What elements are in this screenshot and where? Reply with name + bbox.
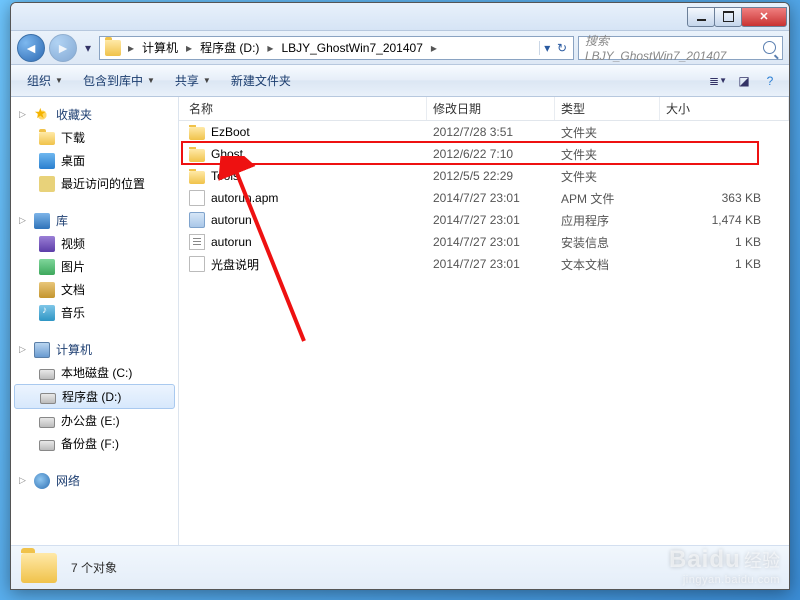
chevron-right-icon[interactable]: ▸ xyxy=(429,41,439,55)
file-row[interactable]: autorun 2014/7/27 23:01应用程序1,474 KB xyxy=(179,209,789,231)
help-button[interactable]: ? xyxy=(759,70,781,92)
sidebar-favorites-head[interactable]: ▷收藏夹 xyxy=(11,103,178,126)
column-type[interactable]: 类型 xyxy=(555,97,660,120)
folder-icon xyxy=(189,149,205,162)
file-icon xyxy=(189,190,205,206)
search-icon xyxy=(763,41,776,54)
sidebar-favorites-group: ▷收藏夹 下载 桌面 最近访问的位置 xyxy=(11,103,178,195)
video-icon xyxy=(39,236,55,252)
file-row[interactable]: 光盘说明 2014/7/27 23:01文本文档1 KB xyxy=(179,253,789,275)
sidebar-libraries-group: ▷库 视频 图片 文档 音乐 xyxy=(11,209,178,324)
sidebar-item-documents[interactable]: 文档 xyxy=(11,278,178,301)
column-date[interactable]: 修改日期 xyxy=(427,97,555,120)
sidebar-item-music[interactable]: 音乐 xyxy=(11,301,178,324)
history-dropdown[interactable]: ▾ xyxy=(81,39,95,57)
file-row[interactable]: Ghost 2012/6/22 7:10文件夹 xyxy=(179,143,789,165)
document-icon xyxy=(39,282,55,298)
file-rows: EzBoot 2012/7/28 3:51文件夹 Ghost 2012/6/22… xyxy=(179,121,789,545)
sidebar-network-group: ▷网络 xyxy=(11,469,178,492)
folder-icon xyxy=(105,40,121,56)
toolbar: 组织▼ 包含到库中▼ 共享▼ 新建文件夹 ≣ ▼ ◪ ? xyxy=(11,65,789,97)
sidebar-computer-head[interactable]: ▷计算机 xyxy=(11,338,178,361)
music-icon xyxy=(39,305,55,321)
chevron-right-icon[interactable]: ▸ xyxy=(265,41,275,55)
preview-pane-button[interactable]: ◪ xyxy=(733,70,755,92)
column-size[interactable]: 大小 xyxy=(660,97,789,120)
recent-icon xyxy=(39,176,55,192)
file-row[interactable]: EzBoot 2012/7/28 3:51文件夹 xyxy=(179,121,789,143)
address-refresh[interactable]: ▾ ↻ xyxy=(539,41,571,55)
folder-icon xyxy=(189,127,205,140)
sidebar-item-pictures[interactable]: 图片 xyxy=(11,255,178,278)
breadcrumb: ▸ 计算机 ▸ 程序盘 (D:) ▸ LBJY_GhostWin7_201407… xyxy=(126,36,439,59)
file-list: 名称 修改日期 类型 大小 EzBoot 2012/7/28 3:51文件夹 G… xyxy=(179,97,789,545)
sidebar: ▷收藏夹 下载 桌面 最近访问的位置 ▷库 视频 图片 文档 音乐 ▷计算机 本… xyxy=(11,97,179,545)
view-options-button[interactable]: ≣ ▼ xyxy=(707,70,729,92)
status-text: 7 个对象 xyxy=(71,559,117,576)
sidebar-item-drive-c[interactable]: 本地磁盘 (C:) xyxy=(11,361,178,384)
titlebar xyxy=(11,3,789,31)
sidebar-item-drive-f[interactable]: 备份盘 (F:) xyxy=(11,432,178,455)
folder-icon xyxy=(189,171,205,184)
file-row[interactable]: autorun.apm 2014/7/27 23:01APM 文件363 KB xyxy=(179,187,789,209)
file-icon xyxy=(189,256,205,272)
network-icon xyxy=(34,473,50,489)
drive-icon xyxy=(39,440,55,451)
sidebar-item-downloads[interactable]: 下载 xyxy=(11,126,178,149)
new-folder-button[interactable]: 新建文件夹 xyxy=(223,68,299,93)
file-row[interactable]: Tools 2012/5/5 22:29文件夹 xyxy=(179,165,789,187)
sidebar-network-head[interactable]: ▷网络 xyxy=(11,469,178,492)
drive-icon xyxy=(39,369,55,380)
desktop-icon xyxy=(39,153,55,169)
window-controls xyxy=(688,7,787,27)
computer-icon xyxy=(34,342,50,358)
address-bar[interactable]: ▸ 计算机 ▸ 程序盘 (D:) ▸ LBJY_GhostWin7_201407… xyxy=(99,36,574,60)
sidebar-item-drive-e[interactable]: 办公盘 (E:) xyxy=(11,409,178,432)
organize-button[interactable]: 组织▼ xyxy=(19,68,71,93)
drive-icon xyxy=(40,393,56,404)
column-headers: 名称 修改日期 类型 大小 xyxy=(179,97,789,121)
sidebar-libraries-head[interactable]: ▷库 xyxy=(11,209,178,232)
search-placeholder: 搜索 LBJY_GhostWin7_201407 xyxy=(585,32,753,63)
share-button[interactable]: 共享▼ xyxy=(167,68,219,93)
forward-button[interactable]: ► xyxy=(49,34,77,62)
navbar: ◄ ► ▾ ▸ 计算机 ▸ 程序盘 (D:) ▸ LBJY_GhostWin7_… xyxy=(11,31,789,65)
folder-icon xyxy=(39,132,55,145)
inf-icon xyxy=(189,234,205,250)
sidebar-item-recent[interactable]: 最近访问的位置 xyxy=(11,172,178,195)
sidebar-item-drive-d[interactable]: 程序盘 (D:) xyxy=(14,384,175,409)
sidebar-item-desktop[interactable]: 桌面 xyxy=(11,149,178,172)
status-bar: 7 个对象 xyxy=(11,545,789,589)
back-button[interactable]: ◄ xyxy=(17,34,45,62)
search-input[interactable]: 搜索 LBJY_GhostWin7_201407 xyxy=(578,36,783,60)
breadcrumb-item[interactable]: 计算机 xyxy=(136,36,184,59)
folder-icon xyxy=(21,553,57,583)
close-button[interactable] xyxy=(741,7,787,27)
maximize-button[interactable] xyxy=(714,7,742,27)
breadcrumb-item[interactable]: 程序盘 (D:) xyxy=(194,36,265,59)
include-in-library-button[interactable]: 包含到库中▼ xyxy=(75,68,163,93)
drive-icon xyxy=(39,417,55,428)
chevron-right-icon[interactable]: ▸ xyxy=(184,41,194,55)
explorer-window: ◄ ► ▾ ▸ 计算机 ▸ 程序盘 (D:) ▸ LBJY_GhostWin7_… xyxy=(10,2,790,590)
minimize-button[interactable] xyxy=(687,7,715,27)
column-name[interactable]: 名称 xyxy=(179,97,427,120)
chevron-right-icon[interactable]: ▸ xyxy=(126,41,136,55)
explorer-body: ▷收藏夹 下载 桌面 最近访问的位置 ▷库 视频 图片 文档 音乐 ▷计算机 本… xyxy=(11,97,789,545)
star-icon xyxy=(34,107,50,123)
file-row[interactable]: autorun 2014/7/27 23:01安装信息1 KB xyxy=(179,231,789,253)
sidebar-item-videos[interactable]: 视频 xyxy=(11,232,178,255)
sidebar-computer-group: ▷计算机 本地磁盘 (C:) 程序盘 (D:) 办公盘 (E:) 备份盘 (F:… xyxy=(11,338,178,455)
breadcrumb-item[interactable]: LBJY_GhostWin7_201407 xyxy=(275,38,428,58)
picture-icon xyxy=(39,259,55,275)
exe-icon xyxy=(189,212,205,228)
library-icon xyxy=(34,213,50,229)
